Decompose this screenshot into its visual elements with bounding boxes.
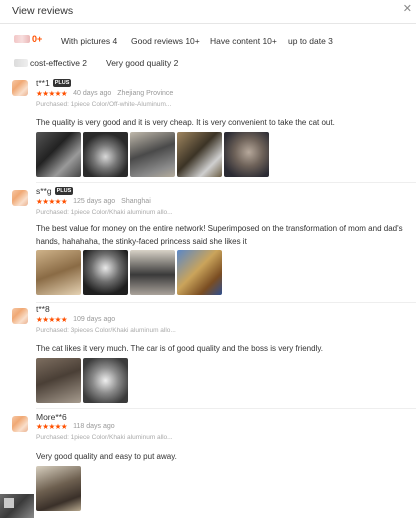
review-user: t**8 [36,304,50,314]
review-location: Zhejiang Province [117,90,174,97]
blurred-label [14,35,30,43]
reviews-header: View reviews ✕ [0,0,416,24]
filter-chip-label: Have content 10+ [210,36,277,46]
star-rating: ★★★★★ [36,422,68,431]
star-rating: ★★★★★ [36,197,68,206]
avatar [12,80,28,96]
filter-chip-label: Good reviews 10+ [131,36,200,46]
username: s**g [36,186,52,196]
thumbnail-inner [4,498,14,508]
review-text: The best value for money on the entire n… [36,224,403,246]
plus-badge: PLUS [52,79,72,87]
review-meta: ★★★★★ 109 days ago [36,315,121,324]
divider [36,302,416,303]
purchase-info: Purchased: 1piece Color/Khaki aluminum a… [36,209,173,216]
review-photo[interactable] [177,250,222,295]
filter-chip-cost-effective[interactable]: cost-effective 2 [14,58,87,68]
close-icon[interactable]: ✕ [403,2,412,15]
review-meta: ★★★★★ 125 days ago Shanghai [36,197,151,206]
filter-chip-very-good-quality[interactable]: Very good quality 2 [106,58,178,68]
review-photo[interactable] [130,132,175,177]
review-date: 109 days ago [73,316,116,323]
username: t**1 [36,78,50,88]
floating-thumbnail[interactable] [0,494,34,518]
review-photo[interactable] [177,132,222,177]
username: More**6 [36,412,67,422]
divider [36,408,416,409]
filter-chip-label: up to date 3 [288,36,333,46]
review-user: s**g PLUS [36,186,74,196]
filter-bar: 0+ With pictures 4 Good reviews 10+ Have… [0,32,416,76]
filter-chip-have-content[interactable]: Have content 10+ [210,36,277,46]
review-user: More**6 [36,412,67,422]
star-rating: ★★★★★ [36,89,68,98]
review-photos [36,132,269,177]
divider [36,182,416,183]
review-user: t**1 PLUS [36,78,72,88]
avatar [12,190,28,206]
purchase-info: Purchased: 1piece Color/Khaki aluminum a… [36,434,173,441]
review-meta: ★★★★★ 40 days ago Zhejiang Province [36,89,173,98]
review-date: 125 days ago [73,198,116,205]
filter-chip-label: 0+ [32,34,43,44]
purchase-info: Purchased: 3pieces Color/Khaki aluminum … [36,327,176,334]
review-text: The quality is very good and it is very … [36,118,335,127]
review-location: Shanghai [121,198,151,205]
filter-chip-with-pictures[interactable]: With pictures 4 [61,36,117,46]
plus-badge: PLUS [54,187,74,195]
avatar [12,308,28,324]
review-photo[interactable] [83,132,128,177]
username: t**8 [36,304,50,314]
review-photos [36,250,222,295]
review-photo[interactable] [130,250,175,295]
filter-chip-label: Very good quality 2 [106,58,179,68]
page-title: View reviews [12,5,74,17]
filter-chip-label: With pictures 4 [61,36,118,46]
purchase-info: Purchased: 1piece Color/Off-white-Alumin… [36,101,172,108]
avatar [12,416,28,432]
review-text: Very good quality and easy to put away. [36,452,177,461]
review-date: 118 days ago [73,423,115,430]
review-text: The cat likes it very much. The car is o… [36,344,323,353]
review-photo[interactable] [36,466,81,511]
filter-chip-all[interactable]: 0+ [14,34,42,44]
filter-chip-good-reviews[interactable]: Good reviews 10+ [131,36,200,46]
review-photo[interactable] [36,358,81,403]
review-photo[interactable] [224,132,269,177]
review-photo[interactable] [83,250,128,295]
review-photo[interactable] [83,358,128,403]
review-date: 40 days ago [73,90,112,97]
blurred-label [14,59,28,67]
star-rating: ★★★★★ [36,315,68,324]
filter-chip-up-to-date[interactable]: up to date 3 [288,36,333,46]
review-meta: ★★★★★ 118 days ago [36,422,121,431]
review-photo[interactable] [36,250,81,295]
review-photos [36,358,128,403]
review-photo[interactable] [36,132,81,177]
review-photos [36,466,81,511]
filter-chip-label: cost-effective 2 [30,58,88,68]
